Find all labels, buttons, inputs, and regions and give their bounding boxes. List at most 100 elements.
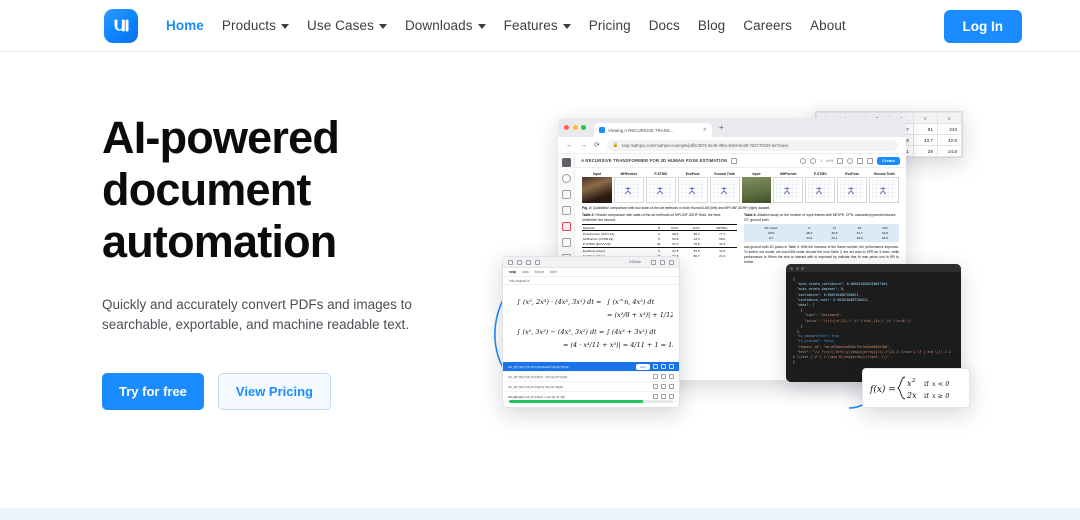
- close-window-icon[interactable]: [564, 125, 569, 130]
- text-icon[interactable]: [561, 206, 571, 215]
- hero-cta-group: Try for free View Pricing: [102, 373, 502, 410]
- minimize-icon[interactable]: [651, 259, 656, 265]
- figure-thumb: Input: [741, 172, 772, 203]
- page-number-field[interactable]: 1: [820, 159, 822, 163]
- document-icon[interactable]: [561, 158, 571, 167]
- edit-icon[interactable]: [731, 157, 738, 164]
- crop-icon[interactable]: [561, 238, 571, 247]
- image-icon[interactable]: [526, 259, 531, 265]
- svg-text:∫ (x², 3x²) − (4x³, 3x²) dt =: ∫ (x², 3x²) − (4x³, 3x²) dt = ∫ (4x³ + 3…: [517, 328, 656, 336]
- maximize-window-icon[interactable]: [581, 125, 586, 130]
- edit-icon[interactable]: [517, 259, 522, 265]
- minimize-window-icon[interactable]: [572, 125, 578, 130]
- browser-tab[interactable]: Viewing A RECURSIVE TRANS... ✕: [594, 123, 712, 137]
- export-icon[interactable]: [661, 364, 666, 369]
- nav-item-careers[interactable]: Careers: [734, 18, 801, 33]
- thumb-label: MHFormer: [780, 172, 797, 176]
- pose-plot: [773, 177, 804, 203]
- cell: 33.1: [831, 236, 838, 241]
- nav-item-home[interactable]: Home: [157, 18, 213, 33]
- gear-icon[interactable]: [847, 157, 854, 164]
- formula-case2-cond: if: [924, 392, 929, 400]
- window-controls[interactable]: [564, 125, 586, 130]
- tab-latex[interactable]: latex: [550, 270, 557, 274]
- snip-result-text: \int_{0}^{1}(x^{2},2x^{3})dt - (4x^{2},3…: [508, 374, 568, 379]
- arrow-right-icon[interactable]: →: [580, 142, 587, 149]
- formula-case1-sup: 2: [911, 378, 916, 384]
- zoom-level-label: 2490de: [629, 260, 641, 264]
- url-input[interactable]: 🔒 snip.mathpix.com/mathpix-example/pdfs/…: [606, 139, 898, 151]
- pdf-icon[interactable]: [561, 222, 571, 231]
- nav-item-downloads[interactable]: Downloads: [396, 18, 495, 33]
- maximize-window-icon[interactable]: [801, 266, 804, 270]
- layout-icon[interactable]: [857, 157, 864, 164]
- download-icon[interactable]: [867, 157, 874, 164]
- table2: Methods N PCK↑ AUC↑ MPJPE↓ PoseFormer (I…: [582, 224, 737, 258]
- search-icon[interactable]: [561, 174, 571, 183]
- text-icon[interactable]: [535, 259, 540, 265]
- settings-icon[interactable]: [660, 259, 665, 265]
- search-icon[interactable]: [669, 384, 674, 389]
- formula-lhs: f(x) =: [869, 384, 896, 395]
- svg-text:∫ (x^n, 4x²) dt: ∫ (x^n, 4x²) dt: [607, 298, 655, 306]
- pages-icon[interactable]: [561, 190, 571, 199]
- export-icon[interactable]: [661, 374, 666, 379]
- list-item[interactable]: \int_{0}^{1}(x^{2},2x^{3})\cdot(4x^{3},3…: [503, 362, 679, 372]
- save-icon[interactable]: [837, 157, 844, 164]
- nav-item-about[interactable]: About: [801, 18, 855, 33]
- zoom-out-icon[interactable]: [810, 157, 817, 164]
- tab-data[interactable]: data: [522, 270, 529, 274]
- search-icon[interactable]: [669, 364, 674, 369]
- nav-item-use-cases[interactable]: Use Cases: [298, 18, 396, 33]
- lock-icon: 🔒: [612, 142, 619, 147]
- tab-snip[interactable]: snip: [509, 270, 516, 274]
- tab-import[interactable]: import: [535, 270, 544, 274]
- nav-item-pricing[interactable]: Pricing: [580, 18, 640, 33]
- pose-plot: [869, 177, 900, 203]
- list-item[interactable]: \int_{0}^{1}(x^{2},2x^{3})dt - (4x^{2},3…: [503, 372, 679, 382]
- input-photo: [741, 177, 772, 203]
- close-window-icon[interactable]: [790, 266, 793, 270]
- export-icon[interactable]: [661, 384, 666, 389]
- search-icon[interactable]: [669, 374, 674, 379]
- arrow-left-icon[interactable]: ←: [566, 142, 573, 149]
- crop-icon[interactable]: [508, 259, 513, 265]
- mathpix-logo-icon[interactable]: [104, 8, 138, 43]
- document-icon[interactable]: [653, 384, 658, 389]
- nav-label: Careers: [743, 18, 792, 33]
- nav-item-products[interactable]: Products: [213, 18, 298, 33]
- plus-icon[interactable]: +: [719, 123, 724, 132]
- document-icon[interactable]: [653, 374, 658, 379]
- snip-file-label: mla-original.rs: [503, 277, 679, 285]
- create-button[interactable]: Create: [877, 156, 900, 165]
- nav-item-docs[interactable]: Docs: [640, 18, 689, 33]
- reload-icon[interactable]: ⟳: [594, 142, 600, 149]
- nav-label: Docs: [648, 18, 680, 33]
- table-row: GT 34.6 33.1 28.0 24.8: [746, 236, 898, 241]
- landing-page: Home Products Use Cases Downloads Featur…: [0, 0, 1080, 520]
- list-item[interactable]: \int_{0}^{1}(x^{2},2x^{3})(4x^{2}+3x^{2}…: [503, 382, 679, 392]
- minimize-window-icon[interactable]: [795, 266, 799, 270]
- hero-heading-line-1: AI-powered: [102, 112, 340, 163]
- nav-item-features[interactable]: Features: [495, 18, 580, 33]
- table4-caption-text: Ablation study on the number of input fr…: [744, 213, 897, 222]
- copy-button[interactable]: copy: [636, 363, 650, 370]
- col-d: D: [912, 112, 938, 124]
- close-icon[interactable]: [669, 259, 674, 265]
- zoom-in-icon[interactable]: [800, 157, 807, 164]
- paper-column-right: Table 4: Ablation study on the number of…: [744, 213, 899, 266]
- login-button[interactable]: Log In: [943, 10, 1022, 43]
- figure-thumb: MHFormer: [613, 172, 644, 203]
- svg-text:x ≥ 0: x ≥ 0: [932, 392, 949, 400]
- thumb-label: MHFormer: [620, 172, 638, 176]
- nav-item-blog[interactable]: Blog: [689, 18, 734, 33]
- nav-label: About: [810, 18, 846, 33]
- chevron-down-icon: [281, 24, 289, 29]
- close-icon[interactable]: ✕: [703, 127, 707, 133]
- try-for-free-button[interactable]: Try for free: [102, 373, 204, 410]
- code-line: "request_id": "mm_b93de4cad35bcf5cfad2b4…: [793, 344, 891, 349]
- tab-label: Viewing A RECURSIVE TRANS...: [608, 127, 674, 133]
- document-icon[interactable]: [653, 364, 658, 369]
- view-pricing-button[interactable]: View Pricing: [217, 373, 331, 410]
- code-line: "type": "asciimath",: [793, 313, 843, 318]
